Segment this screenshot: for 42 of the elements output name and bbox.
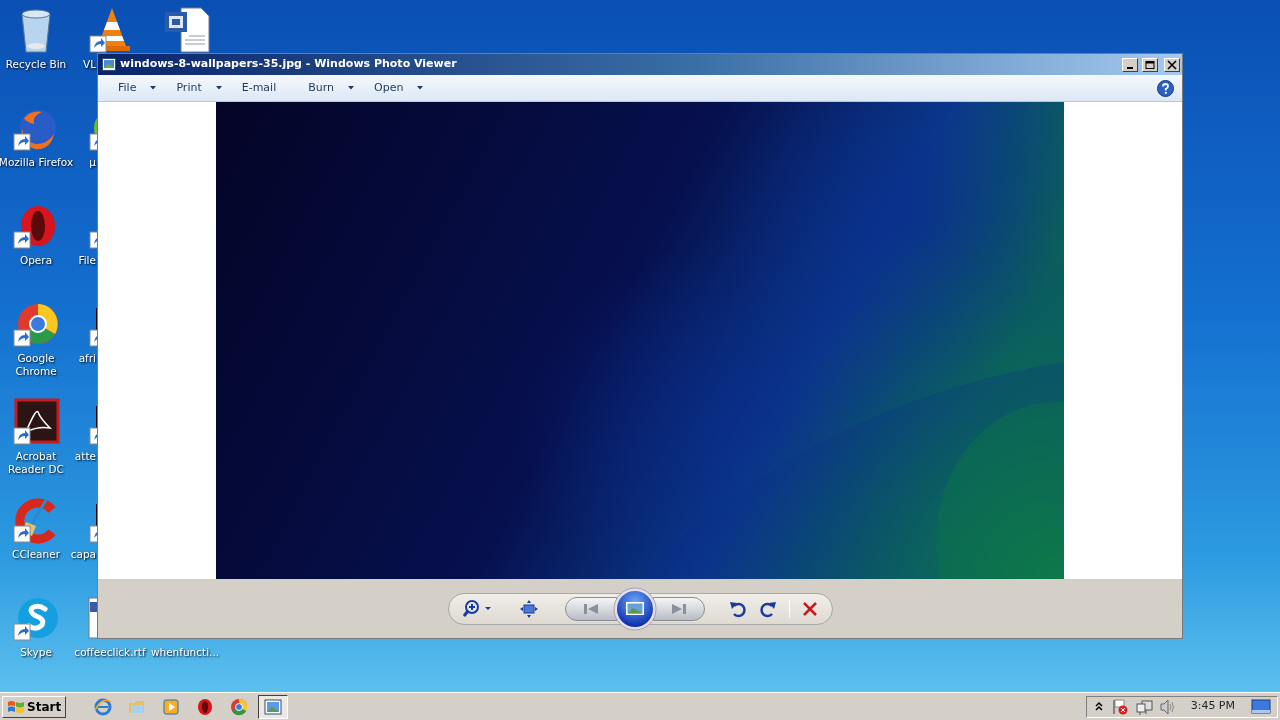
minimize-icon	[1127, 66, 1133, 69]
close-icon	[1166, 59, 1178, 70]
fit-to-window-icon[interactable]	[518, 598, 539, 619]
menu-item[interactable]: Open	[364, 77, 434, 99]
help-icon[interactable]	[1157, 79, 1174, 97]
close-button[interactable]	[1164, 57, 1180, 72]
skip-back-icon	[582, 602, 599, 615]
icon-label[interactable]: Google Chrome	[0, 352, 76, 378]
pdf-logo-icon[interactable]	[12, 398, 60, 446]
delete-icon[interactable]	[801, 600, 818, 617]
icon-label[interactable]: Opera	[0, 254, 76, 267]
icon-label[interactable]: capa	[70, 548, 96, 561]
icon-label[interactable]: Recycle Bin	[0, 58, 76, 71]
document-icon[interactable]	[88, 594, 97, 642]
app-icon	[102, 58, 116, 71]
network-icon[interactable]	[1134, 697, 1153, 716]
show-desktop-icon[interactable]	[1251, 698, 1271, 715]
speaker-icon[interactable]	[1158, 697, 1177, 716]
icon-label[interactable]: µ	[89, 156, 96, 169]
icon-label[interactable]: Acrobat Reader DC	[0, 450, 76, 476]
photo-viewer-icon[interactable]	[258, 694, 289, 719]
slideshow-button[interactable]	[612, 586, 657, 631]
icon-label[interactable]: Mozilla Firefox	[0, 156, 76, 169]
menu-item[interactable]: Print	[166, 77, 232, 99]
maximize-icon	[1144, 59, 1156, 70]
menu-item[interactable]: Burn	[298, 77, 365, 99]
maximize-button[interactable]	[1142, 57, 1158, 72]
flag-error-icon[interactable]	[1110, 697, 1129, 716]
menu-item[interactable]: E-mail	[231, 77, 287, 99]
clock[interactable]: 3:45 PM	[1190, 698, 1235, 715]
menu-item[interactable]: File	[108, 77, 167, 99]
icon-label[interactable]: afri	[78, 352, 96, 365]
skip-forward-icon	[670, 602, 687, 615]
start-logo-icon	[7, 698, 25, 715]
start-button[interactable]: Start	[2, 695, 67, 718]
icon-label[interactable]: VL	[82, 58, 96, 71]
window-title: windows-8-wallpapers-35.jpg - Windows Photo Viewer	[120, 56, 458, 73]
word-document-icon[interactable]	[163, 6, 211, 54]
icon-label[interactable]: File	[78, 254, 96, 267]
zoom-icon[interactable]	[462, 598, 493, 619]
minimize-button[interactable]	[1122, 57, 1138, 72]
icon-label[interactable]: atte	[74, 450, 96, 463]
